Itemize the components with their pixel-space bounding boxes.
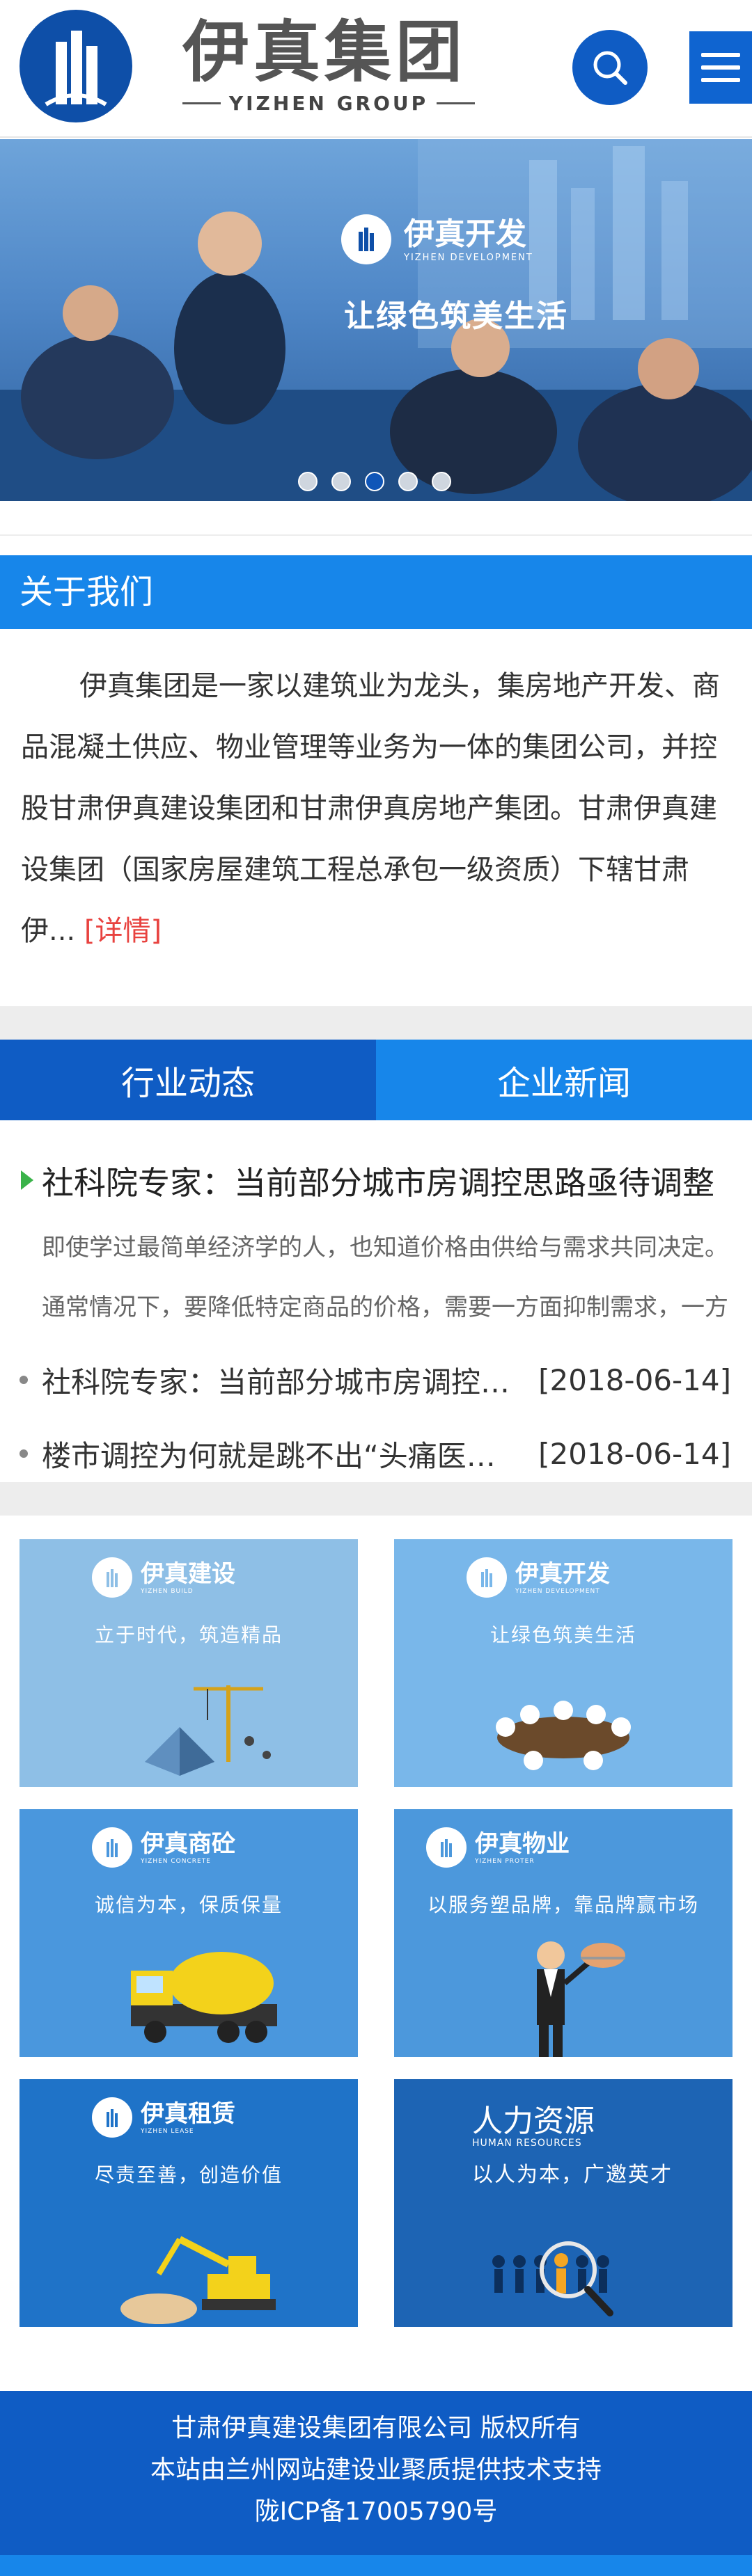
brand-name-en: YIZHEN GROUP bbox=[228, 92, 429, 115]
search-button[interactable] bbox=[572, 30, 648, 105]
tile-title: 人力资源 bbox=[472, 2104, 595, 2139]
tile-concrete[interactable]: 伊真商砼 YIZHEN CONCRETE 诚信为本，保质保量 bbox=[19, 1809, 358, 2057]
tile-title: 伊真物业 bbox=[475, 1830, 570, 1858]
hamburger-menu-icon bbox=[701, 53, 740, 57]
search-icon bbox=[593, 51, 627, 85]
banner-brand: 伊真开发 YIZHEN DEVELOPMENT bbox=[341, 214, 533, 264]
tile-title: 伊真建设 bbox=[141, 1560, 235, 1588]
tile-title-en: YIZHEN BUILD bbox=[141, 1588, 194, 1595]
news-feature-desc: 即使学过最简单经济学的人，也知道价格由供给与需求共同决定。通常情况下，要降低特定… bbox=[42, 1234, 728, 1321]
hero-banner[interactable]: 伊真开发 YIZHEN DEVELOPMENT 让绿色筑美生活 bbox=[0, 139, 752, 501]
menu-button[interactable] bbox=[689, 31, 752, 104]
tile-title: 伊真租赁 bbox=[141, 2100, 235, 2128]
building-logo-icon bbox=[92, 2097, 132, 2138]
news-tabs: 行业动态 企业新闻 bbox=[0, 1040, 752, 1120]
site-header: 伊真集团 YIZHEN GROUP bbox=[0, 0, 752, 138]
footer-copyright: 甘肃伊真建设集团有限公司 版权所有 bbox=[171, 2414, 581, 2442]
tile-title-en: HUMAN RESOURCES bbox=[472, 2138, 582, 2149]
tile-subtitle: 诚信为本，保质保量 bbox=[94, 1893, 283, 1916]
tile-subtitle: 立于时代，筑造精品 bbox=[94, 1623, 283, 1646]
building-logo-icon bbox=[92, 1557, 132, 1598]
brand-logo-text[interactable]: 伊真集团 YIZHEN GROUP bbox=[182, 14, 475, 115]
mixer-truck-icon bbox=[131, 1952, 277, 2043]
tile-title-en: YIZHEN PROTER bbox=[475, 1858, 535, 1865]
tile-property[interactable]: 伊真物业 YIZHEN PROTER 以服务塑品牌，靠品牌赢市场 bbox=[394, 1809, 733, 2057]
tile-subtitle: 让绿色筑美生活 bbox=[489, 1623, 636, 1646]
brand-name-cn: 伊真集团 bbox=[182, 13, 467, 91]
footer-tech-support[interactable]: 本站由兰州网站建设业聚质提供技术支持 bbox=[0, 2449, 752, 2491]
banner-brand-name: 伊真开发 bbox=[404, 216, 526, 252]
list-item[interactable]: 社科院专家：当前部分城市房调控思路亟待调整 [2018-06-14] bbox=[19, 1343, 731, 1417]
tile-subtitle: 尽责至善，创造价值 bbox=[94, 2163, 283, 2186]
building-logo-icon[interactable] bbox=[19, 10, 132, 122]
bullet-icon bbox=[19, 1449, 28, 1458]
bullet-icon bbox=[19, 1376, 28, 1384]
carousel-dot[interactable] bbox=[298, 472, 318, 491]
building-logo-icon bbox=[467, 1557, 507, 1598]
about-text: 伊真集团是一家以建筑业为龙头，集房地产开发、商品混凝土供应、物业管理等业务为一体… bbox=[21, 655, 731, 962]
news-feature-title[interactable]: 社科院专家：当前部分城市房调控思路亟待调整 bbox=[19, 1158, 737, 1204]
divider bbox=[0, 534, 752, 536]
divider bbox=[437, 102, 475, 104]
divider bbox=[182, 102, 221, 104]
news-date: [2018-06-14] bbox=[538, 1362, 731, 1397]
carousel-dot[interactable] bbox=[398, 472, 418, 491]
excavator-icon bbox=[120, 2236, 276, 2324]
tab-industry-news[interactable]: 行业动态 bbox=[0, 1040, 376, 1120]
meeting-table-icon bbox=[496, 1701, 631, 1770]
waiter-icon bbox=[537, 1941, 625, 2057]
tile-lease[interactable]: 伊真租赁 YIZHEN LEASE 尽责至善，创造价值 bbox=[19, 2079, 358, 2327]
footer-icp[interactable]: 陇ICP备17005790号 bbox=[0, 2491, 752, 2533]
tile-title: 伊真开发 bbox=[515, 1560, 610, 1588]
section-title-about: 关于我们 bbox=[0, 555, 752, 629]
news-title[interactable]: 社科院专家：当前部分城市房调控思路亟待调整 bbox=[42, 1359, 517, 1401]
bottom-strip bbox=[0, 2555, 752, 2576]
site-footer: 甘肃伊真建设集团有限公司 版权所有 本站由兰州网站建设业聚质提供技术支持 陇IC… bbox=[0, 2391, 752, 2555]
about-paragraph: 伊真集团是一家以建筑业为龙头，集房地产开发、商品混凝土供应、物业管理等业务为一体… bbox=[21, 670, 720, 947]
crane-icon bbox=[145, 1685, 271, 1776]
carousel-dot[interactable] bbox=[432, 472, 451, 491]
building-logo-icon bbox=[92, 1827, 132, 1868]
news-date: [2018-06-14] bbox=[538, 1436, 731, 1471]
carousel-dot[interactable] bbox=[331, 472, 351, 491]
list-item[interactable]: 楼市调控为何就是跳不出“头痛医头、脚痛医脚” [2018-06-14] bbox=[19, 1417, 731, 1490]
magnifier-people-icon bbox=[492, 2241, 613, 2316]
news-title[interactable]: 楼市调控为何就是跳不出“头痛医头、脚痛医脚” bbox=[42, 1433, 517, 1475]
tile-subtitle: 以人为本，广邀英才 bbox=[472, 2163, 673, 2187]
tile-title-en: YIZHEN CONCRETE bbox=[141, 1858, 211, 1865]
carousel-dot-active[interactable] bbox=[365, 472, 384, 491]
tile-human-resources[interactable]: 人力资源 HUMAN RESOURCES 以人为本，广邀英才 bbox=[394, 2079, 733, 2327]
building-logo-icon bbox=[341, 214, 391, 264]
tile-title: 伊真商砼 bbox=[141, 1830, 235, 1858]
tile-subtitle: 以服务塑品牌，靠品牌赢市场 bbox=[427, 1893, 699, 1916]
building-logo-icon bbox=[426, 1827, 467, 1868]
tab-company-news[interactable]: 企业新闻 bbox=[376, 1040, 752, 1120]
carousel-dots bbox=[298, 472, 451, 491]
tile-development[interactable]: 伊真开发 YIZHEN DEVELOPMENT 让绿色筑美生活 bbox=[394, 1539, 733, 1787]
about-more-link[interactable]: [详情] bbox=[84, 915, 162, 947]
section-gap bbox=[0, 1482, 752, 1516]
banner-brand-en: YIZHEN DEVELOPMENT bbox=[404, 252, 533, 263]
banner-slogan: 让绿色筑美生活 bbox=[344, 299, 568, 334]
tile-title-en: YIZHEN LEASE bbox=[141, 2128, 194, 2135]
tile-title-en: YIZHEN DEVELOPMENT bbox=[515, 1588, 600, 1595]
section-gap bbox=[0, 1006, 752, 1040]
tile-construction[interactable]: 伊真建设 YIZHEN BUILD 立于时代，筑造精品 bbox=[19, 1539, 358, 1787]
news-list: 社科院专家：当前部分城市房调控思路亟待调整 [2018-06-14] 楼市调控为… bbox=[19, 1343, 731, 1490]
